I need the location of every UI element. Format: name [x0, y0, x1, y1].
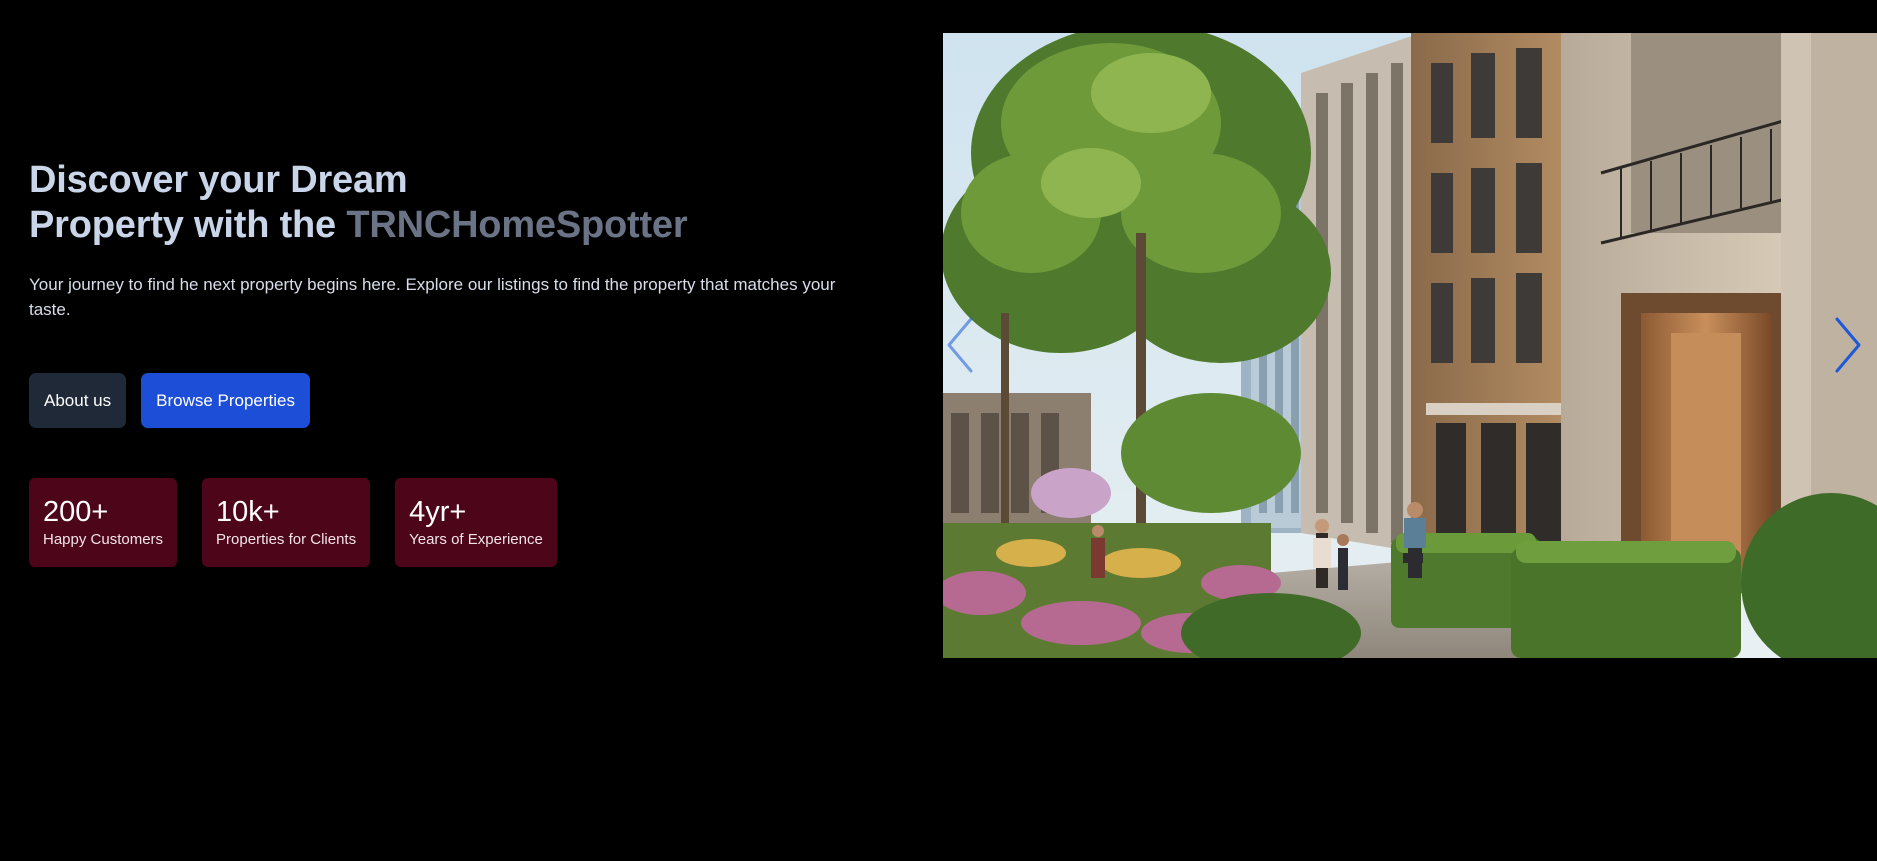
- headline-line-2: Property with the TRNCHomeSpotter: [29, 203, 889, 248]
- stats-row: 200+ Happy Customers 10k+ Properties for…: [29, 478, 557, 567]
- property-image-carousel[interactable]: [941, 33, 1877, 658]
- stat-label: Properties for Clients: [216, 530, 357, 548]
- stat-label: Years of Experience: [409, 530, 543, 548]
- hero-headline: Discover your Dream Property with the TR…: [29, 158, 889, 248]
- stat-label: Happy Customers: [43, 530, 164, 548]
- carousel-prev-button[interactable]: [943, 313, 979, 377]
- cta-buttons: About us Browse Properties: [29, 373, 310, 428]
- stat-card-properties: 10k+ Properties for Clients: [202, 478, 371, 567]
- chevron-left-icon: [947, 317, 973, 373]
- page: Discover your Dream Property with the TR…: [0, 0, 1877, 861]
- stat-card-customers: 200+ Happy Customers: [29, 478, 178, 567]
- headline-line-1: Discover your Dream: [29, 159, 408, 201]
- headline-line-2-prefix: Property with the: [29, 204, 347, 246]
- stat-card-experience: 4yr+ Years of Experience: [395, 478, 557, 567]
- carousel-image: [941, 33, 1877, 658]
- stat-value: 200+: [43, 495, 109, 528]
- hero-text: Discover your Dream Property with the TR…: [29, 158, 889, 322]
- brand-name: TRNCHomeSpotter: [346, 204, 688, 246]
- about-us-button[interactable]: About us: [29, 373, 127, 428]
- stat-value: 4yr+: [409, 495, 467, 528]
- browse-properties-button[interactable]: Browse Properties: [141, 373, 310, 428]
- stat-value: 10k+: [216, 495, 280, 528]
- hero-subtitle: Your journey to find he next property be…: [29, 275, 836, 319]
- carousel-next-button[interactable]: [1829, 313, 1865, 377]
- chevron-right-icon: [1835, 317, 1861, 373]
